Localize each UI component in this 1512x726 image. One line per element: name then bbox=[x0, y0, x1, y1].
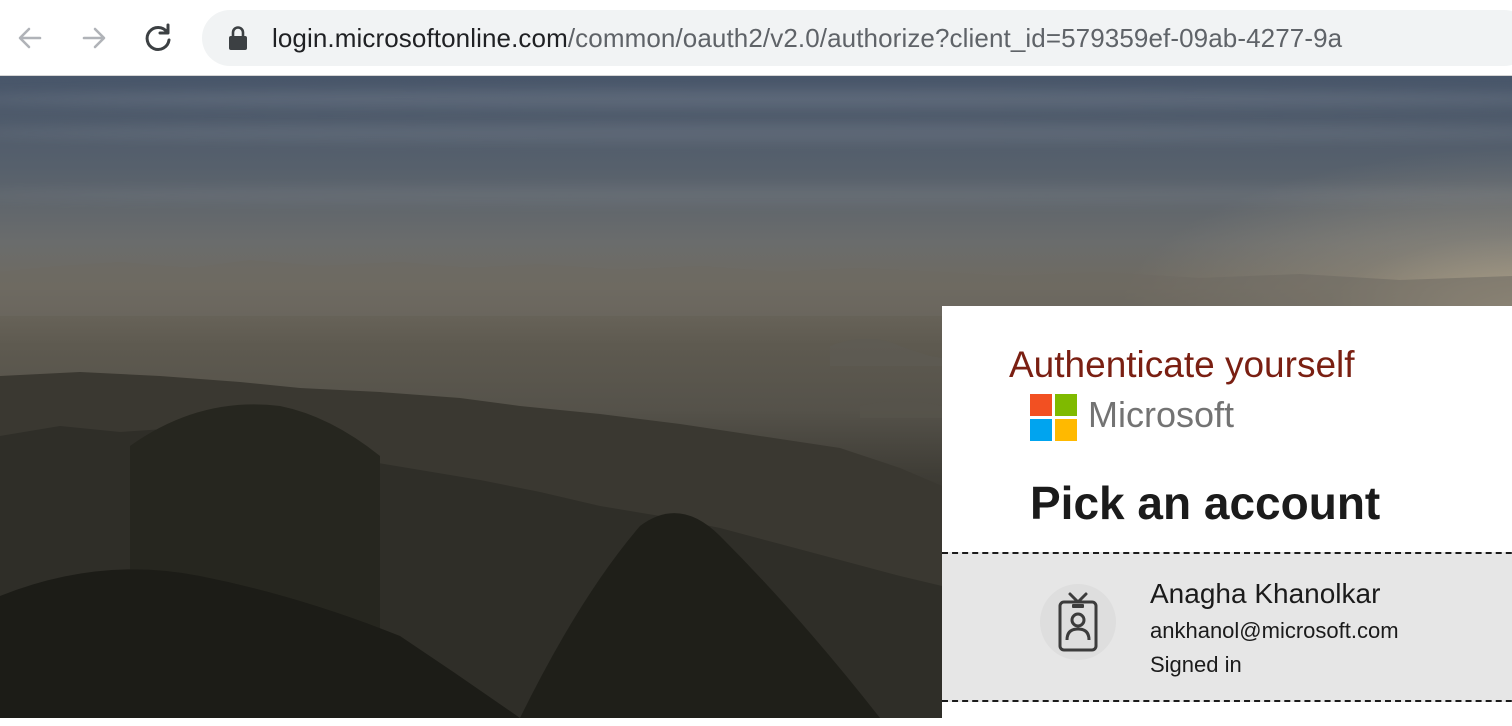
arrow-left-icon bbox=[18, 27, 42, 49]
lock-icon[interactable] bbox=[226, 24, 250, 52]
account-avatar bbox=[1040, 584, 1116, 660]
account-email: ankhanol@microsoft.com bbox=[1150, 618, 1399, 643]
logo-square-green bbox=[1055, 394, 1077, 416]
brand-name: Microsoft bbox=[1088, 394, 1235, 435]
url-path: /common/oauth2/v2.0/authorize?client_id=… bbox=[567, 22, 1343, 53]
back-button[interactable] bbox=[12, 18, 48, 58]
logo-square-red bbox=[1030, 394, 1052, 416]
arrow-right-icon bbox=[82, 27, 106, 49]
browser-toolbar: login.microsoftonline.com/common/oauth2/… bbox=[0, 0, 1512, 76]
account-tile[interactable]: Anagha Khanolkar ankhanol@microsoft.com … bbox=[942, 552, 1512, 702]
reload-icon bbox=[145, 23, 171, 51]
forward-button[interactable] bbox=[76, 18, 112, 58]
logo-square-yellow bbox=[1055, 419, 1077, 441]
person-badge-icon bbox=[1058, 592, 1098, 652]
authenticate-banner: Authenticate yourself bbox=[1009, 344, 1355, 385]
page-title: Pick an account bbox=[1030, 477, 1381, 529]
reload-button[interactable] bbox=[140, 18, 176, 58]
account-picker-panel: Authenticate yourself Microsoft Pick an … bbox=[942, 306, 1512, 726]
url-host: login.microsoftonline.com bbox=[272, 22, 568, 53]
logo-square-blue bbox=[1030, 419, 1052, 441]
microsoft-logo-icon bbox=[1030, 394, 1077, 441]
account-status: Signed in bbox=[1150, 652, 1242, 677]
account-name: Anagha Khanolkar bbox=[1150, 578, 1381, 609]
address-bar[interactable]: login.microsoftonline.com/common/oauth2/… bbox=[202, 10, 1512, 66]
